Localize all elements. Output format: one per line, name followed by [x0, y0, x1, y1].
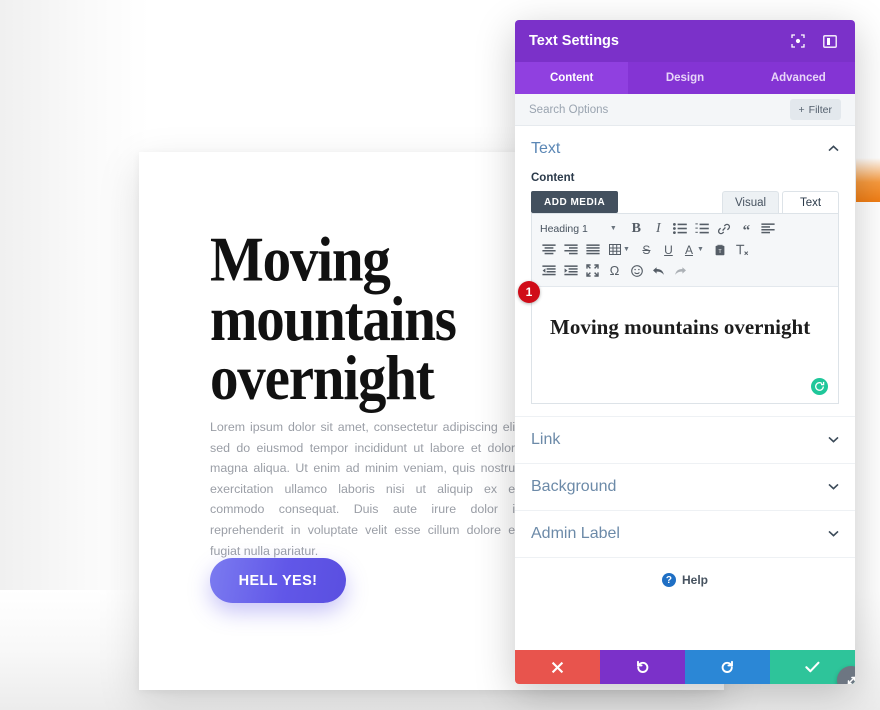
align-right-icon[interactable] [560, 240, 581, 259]
emoji-icon[interactable] [626, 261, 647, 280]
underline-icon[interactable]: U [658, 240, 679, 259]
editor-toolbar: Heading 1 ▼ B I “ ▼ S U A ▼ T Ω [532, 214, 838, 287]
paste-as-text-icon[interactable]: T [710, 240, 731, 259]
redo-button[interactable] [685, 650, 770, 684]
cancel-button[interactable] [515, 650, 600, 684]
help-link[interactable]: ? Help [515, 558, 855, 602]
undo-icon[interactable] [648, 261, 669, 280]
text-settings-modal: Text Settings Content Design Advanced Se… [515, 20, 855, 684]
text-section-body: Content ADD MEDIA Visual Text Heading 1 … [515, 172, 855, 416]
section-title-background: Background [531, 478, 617, 495]
section-header-background[interactable]: Background [515, 464, 855, 510]
undo-button[interactable] [600, 650, 685, 684]
focus-icon[interactable] [787, 30, 809, 52]
table-icon[interactable]: ▼ [604, 240, 635, 259]
italic-icon[interactable]: I [648, 219, 669, 238]
hero-paragraph: Lorem ipsum dolor sit amet, consectetur … [210, 420, 522, 558]
editor-box: Heading 1 ▼ B I “ ▼ S U A ▼ T Ω 1 Moving… [518, 213, 839, 404]
tab-design[interactable]: Design [628, 62, 741, 94]
layout-columns-icon[interactable] [819, 30, 841, 52]
step-badge: 1 [518, 281, 540, 303]
plus-icon: + [798, 103, 805, 116]
toolbar-row-2: ▼ S U A ▼ T [538, 239, 832, 260]
page-canvas: Moving mountains overnight Lorem ipsum d… [0, 0, 880, 710]
chevron-down-icon [828, 481, 839, 493]
section-header-link[interactable]: Link [515, 417, 855, 463]
section-header-text[interactable]: Text [515, 126, 855, 172]
modal-body: Text Content ADD MEDIA Visual Text Headi… [515, 126, 855, 650]
help-icon: ? [661, 573, 676, 587]
filter-button-label: Filter [808, 103, 832, 116]
outdent-icon[interactable] [538, 261, 559, 280]
search-row: + Filter [515, 94, 855, 126]
strikethrough-icon[interactable]: S [636, 240, 657, 259]
align-left-icon[interactable] [758, 219, 779, 238]
justify-icon[interactable] [582, 240, 603, 259]
chevron-down-icon: ▼ [696, 246, 704, 253]
redo-icon[interactable] [670, 261, 691, 280]
fullscreen-icon[interactable] [582, 261, 603, 280]
clear-formatting-icon[interactable] [732, 240, 753, 259]
tab-advanced[interactable]: Advanced [742, 62, 855, 94]
bold-icon[interactable]: B [626, 219, 647, 238]
hero-cta-button[interactable]: HELL YES! [210, 558, 346, 603]
editor-content-area[interactable]: 1 Moving mountains overnight [518, 281, 838, 403]
search-input[interactable] [529, 103, 790, 116]
modal-header: Text Settings [515, 20, 855, 62]
add-media-button[interactable]: ADD MEDIA [531, 191, 619, 213]
chevron-down-icon: ▼ [623, 246, 630, 253]
refresh-icon[interactable] [811, 378, 828, 395]
editor-heading-text: Moving mountains overnight [550, 315, 811, 339]
text-color-icon[interactable]: A ▼ [680, 240, 709, 259]
unordered-list-icon[interactable] [670, 219, 691, 238]
format-select[interactable]: Heading 1 ▼ [538, 219, 621, 238]
link-icon[interactable] [714, 219, 735, 238]
wp-editor: Visual Text Heading 1 ▼ B I “ ▼ S U A ▼ … [518, 191, 839, 404]
modal-footer [515, 650, 855, 684]
help-label: Help [681, 573, 708, 587]
toolbar-row-3: Ω [538, 260, 832, 281]
section-title-link: Link [531, 431, 561, 448]
special-character-icon[interactable]: Ω [604, 261, 625, 280]
section-title-text: Text [531, 140, 561, 157]
section-header-admin-label[interactable]: Admin Label [515, 511, 855, 557]
content-field-label: Content [531, 172, 575, 184]
chevron-up-icon [828, 143, 839, 155]
chevron-down-icon [828, 434, 839, 446]
chevron-down-icon: ▼ [609, 225, 617, 232]
blockquote-icon[interactable]: “ [736, 219, 757, 239]
indent-icon[interactable] [560, 261, 581, 280]
orange-accent-strip [856, 158, 880, 202]
format-select-value: Heading 1 [540, 222, 588, 235]
modal-tabs: Content Design Advanced [515, 62, 855, 94]
tab-visual[interactable]: Visual [722, 191, 779, 213]
toolbar-row-1: Heading 1 ▼ B I “ [538, 218, 832, 239]
modal-title: Text Settings [529, 33, 619, 49]
tab-content[interactable]: Content [515, 62, 629, 94]
section-title-admin-label: Admin Label [531, 525, 620, 542]
ordered-list-icon[interactable] [692, 219, 713, 238]
tab-text[interactable]: Text [782, 191, 839, 213]
filter-button[interactable]: + Filter [789, 99, 841, 120]
chevron-down-icon [828, 528, 839, 540]
align-center-icon[interactable] [538, 240, 559, 259]
